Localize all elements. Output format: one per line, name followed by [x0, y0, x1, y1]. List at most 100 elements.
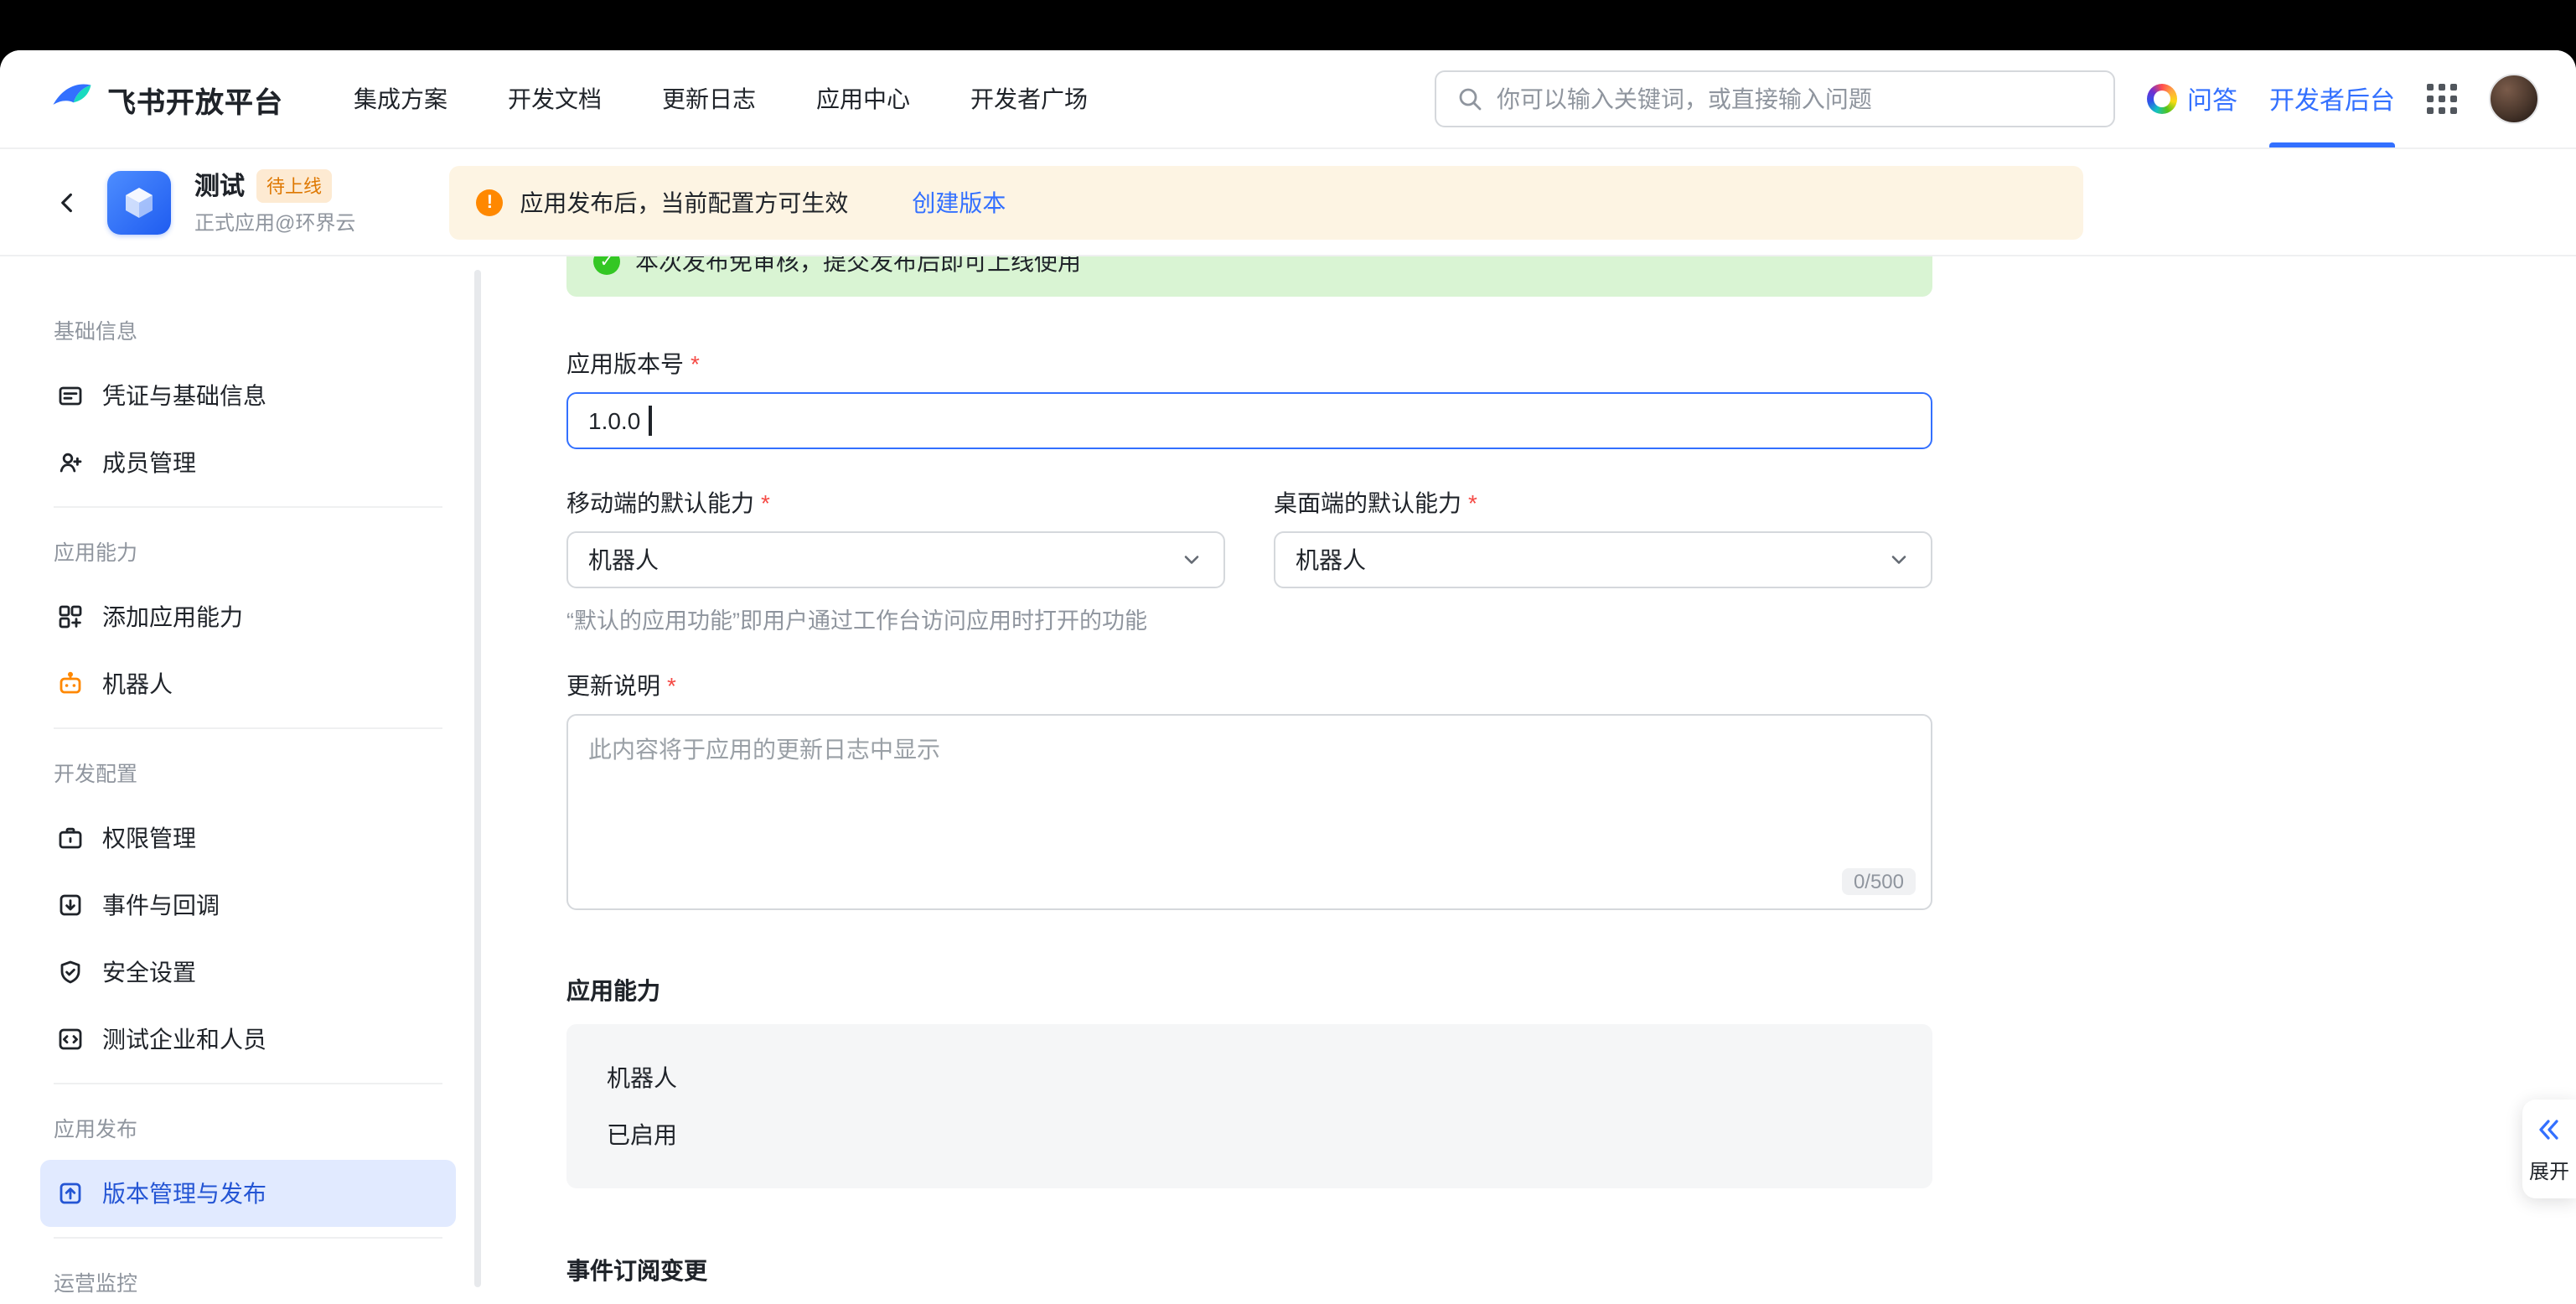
status-badge: 待上线 — [256, 168, 332, 202]
alert-text: 应用发布后，当前配置方可生效 — [520, 185, 848, 219]
screen: 飞书开放平台 集成方案 开发文档 更新日志 应用中心 开发者广场 — [0, 0, 2576, 1304]
back-button[interactable] — [50, 179, 84, 225]
sidebar-item-bot[interactable]: 机器人 — [40, 650, 456, 717]
warning-icon — [476, 189, 503, 215]
add-capability-icon — [57, 603, 84, 630]
success-banner: 本次发布免审核，提交发布后即可上线使用 — [566, 256, 1932, 297]
sidebar-item-members[interactable]: 成员管理 — [40, 429, 456, 496]
release-notes-textarea[interactable] — [566, 714, 1932, 910]
capability-name: 机器人 — [607, 1061, 1892, 1094]
capability-section-title: 应用能力 — [566, 974, 1932, 1007]
feishu-logo-icon — [50, 77, 94, 121]
header-right: 问答 开发者后台 — [1435, 50, 2539, 147]
members-icon — [57, 449, 84, 476]
sidebar-item-permissions[interactable]: 权限管理 — [40, 805, 456, 872]
success-banner-text: 本次发布免审核，提交发布后即可上线使用 — [635, 256, 1081, 278]
nav-integration[interactable]: 集成方案 — [354, 82, 447, 116]
double-chevron-left-icon — [2536, 1116, 2563, 1143]
sidebar-item-label: 安全设置 — [102, 955, 196, 989]
create-version-link[interactable]: 创建版本 — [912, 185, 1006, 219]
test-org-icon — [57, 1026, 84, 1053]
text-caret — [649, 406, 651, 436]
search-icon — [1456, 85, 1483, 112]
header-left: 飞书开放平台 集成方案 开发文档 更新日志 应用中心 开发者广场 — [50, 77, 1088, 121]
mobile-capability-value: 机器人 — [588, 543, 659, 577]
browser-window: 飞书开放平台 集成方案 开发文档 更新日志 应用中心 开发者广场 — [0, 50, 2576, 1304]
sidebar-item-label: 机器人 — [102, 667, 173, 701]
desktop-capability-value: 机器人 — [1296, 543, 1366, 577]
avatar[interactable] — [2489, 74, 2539, 124]
sidebar-divider — [54, 1083, 442, 1084]
expand-panel-button[interactable]: 展开 — [2522, 1100, 2576, 1198]
shield-icon — [57, 959, 84, 986]
sidebar-item-credentials[interactable]: 凭证与基础信息 — [40, 362, 456, 429]
sidebar-section-monitoring: 运营监控 — [40, 1249, 456, 1304]
sidebar-item-label: 测试企业和人员 — [102, 1022, 266, 1056]
sidebar-item-label: 添加应用能力 — [102, 600, 243, 634]
sidebar-section-basic: 基础信息 — [40, 297, 456, 362]
sidebar-item-label: 事件与回调 — [102, 888, 220, 922]
sidebar-item-security[interactable]: 安全设置 — [40, 939, 456, 1006]
nav-app-center[interactable]: 应用中心 — [816, 82, 910, 116]
default-capability-hint: “默认的应用功能”即用户通过工作台访问应用时打开的功能 — [566, 602, 1932, 635]
sidebar-divider — [54, 1237, 442, 1239]
default-capability-row: 移动端的默认能力 机器人 桌面端的默认能力 机器人 — [566, 489, 1932, 588]
sidebar-item-version-release[interactable]: 版本管理与发布 — [40, 1160, 456, 1227]
app-icon — [107, 170, 171, 234]
sidebar-item-label: 权限管理 — [102, 821, 196, 855]
sidebar-item-events[interactable]: 事件与回调 — [40, 872, 456, 939]
sidebar-divider — [54, 506, 442, 508]
robot-icon — [57, 670, 84, 697]
event-callback-icon — [57, 892, 84, 918]
search-input[interactable] — [1497, 85, 2093, 112]
feishu-logo[interactable]: 飞书开放平台 — [50, 77, 283, 121]
version-input[interactable] — [566, 392, 1932, 449]
sidebar-section-release: 应用发布 — [40, 1094, 456, 1160]
desktop-capability-label: 桌面端的默认能力 — [1274, 489, 1932, 518]
sidebar-item-label: 凭证与基础信息 — [102, 379, 266, 412]
chevron-down-icon — [1887, 548, 1911, 572]
sidebar-item-test-org[interactable]: 测试企业和人员 — [40, 1006, 456, 1073]
version-field: 应用版本号 — [566, 350, 1932, 449]
desktop-capability-field: 桌面端的默认能力 机器人 — [1274, 489, 1932, 588]
qa-icon — [2147, 84, 2177, 114]
chevron-down-icon — [1180, 548, 1203, 572]
nav-developer-console[interactable]: 开发者后台 — [2269, 50, 2395, 147]
site-header: 飞书开放平台 集成方案 开发文档 更新日志 应用中心 开发者广场 — [0, 50, 2576, 149]
app-header-left: 测试 待上线 正式应用@环界云 — [50, 168, 355, 236]
apps-grid-icon[interactable] — [2427, 84, 2457, 114]
event-section-title: 事件订阅变更 — [566, 1254, 1932, 1287]
page-body: 基础信息 凭证与基础信息 成员管理 应用能力 — [0, 256, 2576, 1304]
sidebar-section-capability: 应用能力 — [40, 518, 456, 583]
nav-changelog[interactable]: 更新日志 — [662, 82, 756, 116]
qa-link[interactable]: 问答 — [2147, 81, 2237, 116]
mobile-capability-label: 移动端的默认能力 — [566, 489, 1225, 518]
sidebar-scrollbar[interactable] — [474, 270, 481, 1287]
version-label: 应用版本号 — [566, 350, 1932, 379]
main-content: 本次发布免审核，提交发布后即可上线使用 应用版本号 移动端的默认能力 — [483, 256, 2576, 1304]
search-box[interactable] — [1435, 70, 2115, 127]
publish-alert: 应用发布后，当前配置方可生效 创建版本 — [449, 165, 2083, 239]
logo-text: 飞书开放平台 — [107, 78, 283, 120]
capability-summary-box: 机器人 已启用 — [566, 1024, 1932, 1188]
sidebar-item-add-capability[interactable]: 添加应用能力 — [40, 583, 456, 650]
nav-docs[interactable]: 开发文档 — [508, 82, 602, 116]
capability-status: 已启用 — [607, 1118, 1892, 1151]
mobile-capability-select[interactable]: 机器人 — [566, 531, 1225, 588]
app-header: 测试 待上线 正式应用@环界云 应用发布后，当前配置方可生效 创建版本 — [0, 149, 2576, 256]
sidebar-divider — [54, 727, 442, 729]
nav-developer-plaza[interactable]: 开发者广场 — [970, 82, 1088, 116]
expand-label: 展开 — [2529, 1157, 2569, 1185]
sidebar-section-dev-config: 开发配置 — [40, 739, 456, 805]
cube-icon — [121, 182, 158, 222]
check-icon — [593, 256, 620, 275]
publish-icon — [57, 1180, 84, 1207]
permission-icon — [57, 825, 84, 851]
qa-label: 问答 — [2187, 81, 2237, 116]
release-notes-field: 更新说明 0/500 — [566, 672, 1932, 910]
sidebar: 基础信息 凭证与基础信息 成员管理 应用能力 — [0, 256, 483, 1304]
char-counter: 0/500 — [1842, 868, 1916, 895]
sidebar-item-label: 版本管理与发布 — [102, 1177, 266, 1210]
desktop-capability-select[interactable]: 机器人 — [1274, 531, 1932, 588]
app-subtitle: 正式应用@环界云 — [194, 208, 355, 236]
